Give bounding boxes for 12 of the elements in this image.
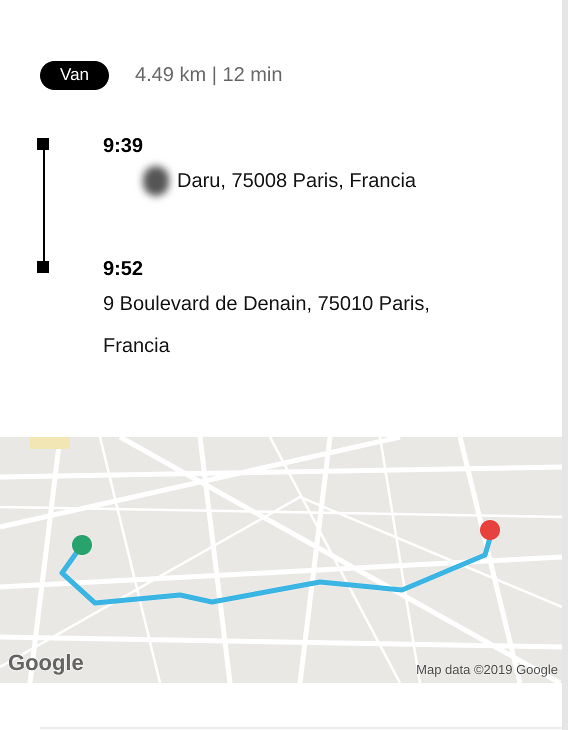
start-pin bbox=[72, 535, 92, 555]
trip-summary: 4.49 km | 12 min bbox=[135, 63, 282, 88]
vehicle-badge: Van bbox=[40, 60, 109, 90]
stop-address: 9 Boulevard de Denain, 75010 Paris, Francia bbox=[103, 292, 431, 359]
end-pin bbox=[480, 520, 500, 540]
stop-marker bbox=[37, 261, 49, 273]
map-logo: Google bbox=[8, 649, 84, 677]
map-attribution: Map data ©2019 Google bbox=[416, 660, 558, 679]
stop-marker bbox=[37, 138, 49, 150]
stop-time: 9:52 bbox=[103, 257, 144, 281]
stop-address: Daru, 75008 Paris, Francia bbox=[177, 169, 416, 194]
stop-time: 9:39 bbox=[103, 134, 144, 158]
